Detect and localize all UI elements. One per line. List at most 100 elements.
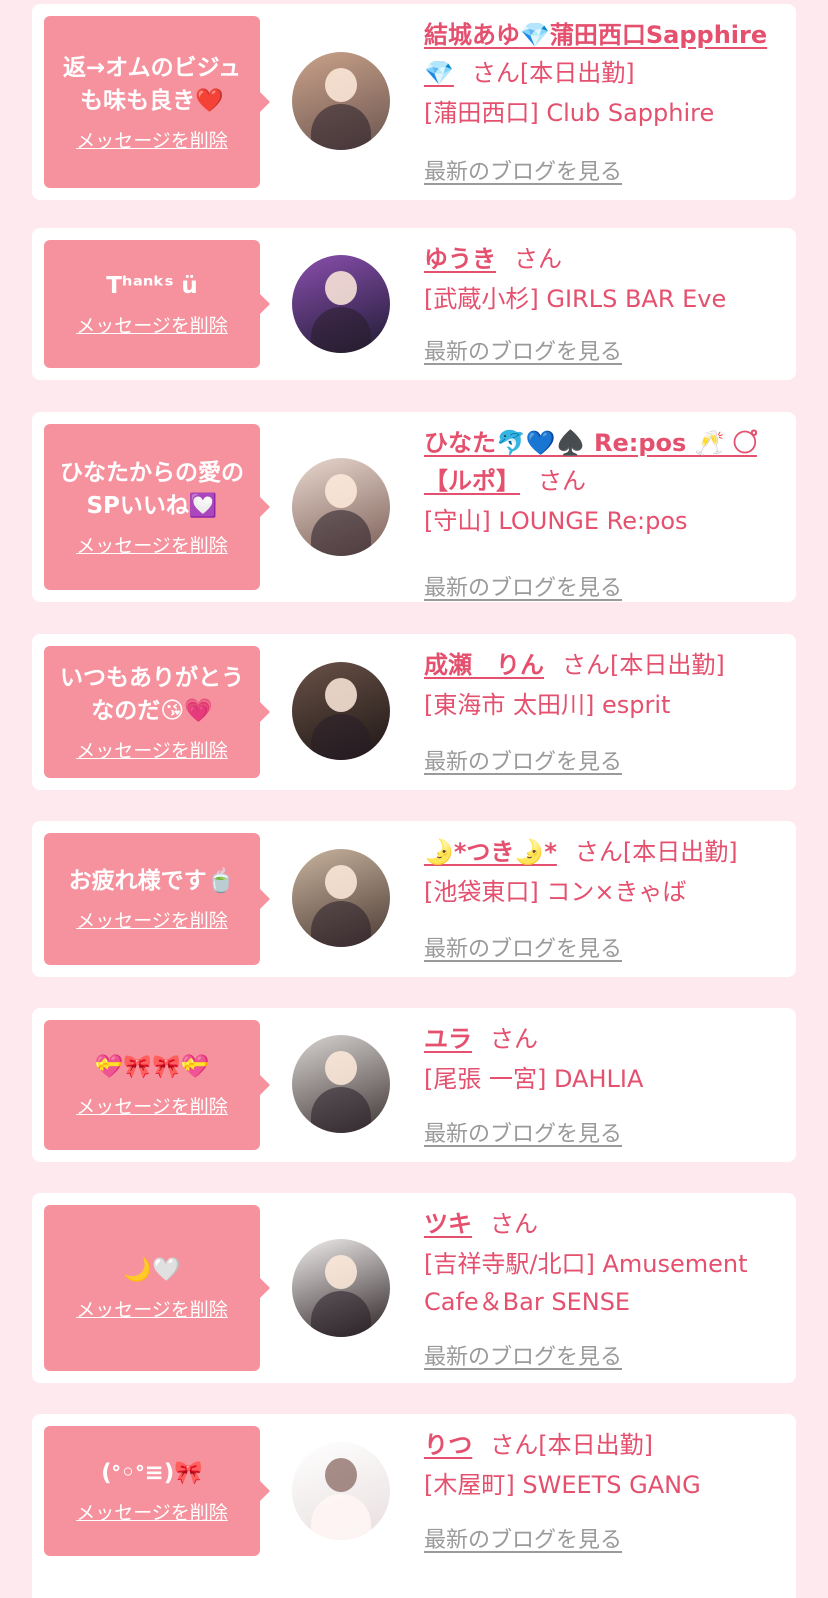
message-text: (ᐤ◦ᐤ≡)🎀 [101,1460,203,1486]
cast-name-link[interactable]: ツキ [424,1210,472,1238]
shop-text: [武蔵小杉] GIRLS BAR Eve [424,285,727,313]
avatar-body-shape [311,901,371,947]
cast-info: 🌛*つき🌛* さん[本日出勤] [池袋東口] コン×きゃば 最新のブログを見る [424,833,782,977]
cast-name-link[interactable]: ひなた🐬💙♠️ Re:pos 🥂 ○゚【ルポ】 [424,429,757,495]
avatar[interactable] [292,458,390,556]
name-line: ひなた🐬💙♠️ Re:pos 🥂 ○゚【ルポ】 さん [424,424,782,500]
message-text: お疲れ様です🍵 [68,868,236,894]
message-bubble: (ᐤ◦ᐤ≡)🎀 メッセージを削除 [44,1426,270,1556]
avatar-body-shape [311,1087,371,1133]
cast-name-link[interactable]: ユラ [424,1025,472,1053]
message-text: Tʰᵃⁿᵏˢ ü [106,273,198,299]
avatar-head-shape [325,1255,357,1289]
latest-blog-link[interactable]: 最新のブログを見る [424,1339,622,1371]
message-text: いつもありがとうなのだ😘💗 [60,664,244,724]
shop-text: [守山] LOUNGE Re:pos [424,507,688,535]
message-text: 返→オムのビジュも味も良き❤️ [63,54,241,114]
shop-text: [木屋町] SWEETS GANG [424,1471,701,1499]
cast-info: 結城あゆ💎蒲田西口Sapphire💎 さん[本日出勤] [蒲田西口] Club S… [424,16,782,200]
cast-name-link[interactable]: 成瀬 りん [424,651,544,679]
avatar-head-shape [325,474,357,508]
delete-message-link[interactable]: メッセージを削除 [76,126,228,153]
shop-text: [池袋東口] コン×きゃば [424,878,687,906]
name-line: 🌛*つき🌛* さん[本日出勤] [424,833,782,871]
san-label: さん [574,838,623,866]
message-bubble: 💝🎀🎀💝 メッセージを削除 [44,1020,270,1150]
cast-name-link[interactable]: 🌛*つき🌛* [424,838,557,866]
message-text: 🌙🤍 [123,1257,181,1283]
message-bubble: Tʰᵃⁿᵏˢ ü メッセージを削除 [44,240,270,368]
avatar-body-shape [311,510,371,556]
avatar[interactable] [292,52,390,150]
avatar-body-shape [311,1494,371,1540]
latest-blog-link[interactable]: 最新のブログを見る [424,334,622,366]
favorite-card: 💝🎀🎀💝 メッセージを削除 ユラ さん [尾張 一宮] DAHLIA 最新のブログ… [32,1008,796,1162]
favorite-card: (ᐤ◦ᐤ≡)🎀 メッセージを削除 りつ さん[本日出勤] [木屋町] SWEETS… [32,1414,796,1598]
working-today-label: [本日出勤] [519,59,635,87]
message-bubble: 🌙🤍 メッセージを削除 [44,1205,270,1371]
favorite-card: お疲れ様です🍵 メッセージを削除 🌛*つき🌛* さん[本日出勤] [池袋東口] コ… [32,821,796,977]
san-label: さん [490,1025,538,1053]
avatar[interactable] [292,255,390,353]
avatar-head-shape [325,271,357,305]
avatar-head-shape [325,1051,357,1085]
name-line: 結城あゆ💎蒲田西口Sapphire💎 さん[本日出勤] [424,16,782,92]
delete-message-link[interactable]: メッセージを削除 [76,531,228,558]
latest-blog-link[interactable]: 最新のブログを見る [424,931,622,963]
avatar-body-shape [311,104,371,150]
name-line: ユラ さん [424,1020,782,1058]
latest-blog-link[interactable]: 最新のブログを見る [424,570,622,602]
favorite-card: 🌙🤍 メッセージを削除 ツキ さん [吉祥寺駅/北口] Amusement Caf… [32,1193,796,1383]
shop-text: [尾張 一宮] DAHLIA [424,1065,644,1093]
message-bubble: 返→オムのビジュも味も良き❤️ メッセージを削除 [44,16,270,188]
latest-blog-link[interactable]: 最新のブログを見る [424,1116,622,1148]
latest-blog-link[interactable]: 最新のブログを見る [424,1522,622,1554]
favorite-card: 返→オムのビジュも味も良き❤️ メッセージを削除 結城あゆ💎蒲田西口Sapphi… [32,4,796,200]
delete-message-link[interactable]: メッセージを削除 [76,1092,228,1119]
working-today-label: [本日出勤] [622,838,738,866]
delete-message-link[interactable]: メッセージを削除 [76,736,228,763]
san-label: さん [562,651,610,679]
cast-info: ひなた🐬💙♠️ Re:pos 🥂 ○゚【ルポ】 さん [守山] LOUNGE Re… [424,424,782,602]
message-text: ひなたからの愛のSPいいね💟 [60,459,244,519]
cast-info: ツキ さん [吉祥寺駅/北口] Amusement Cafe＆Bar SENSE … [424,1205,782,1383]
cast-name-link[interactable]: ゆうき [424,245,496,273]
san-label: さん [538,467,586,495]
san-label: さん [490,1210,538,1238]
avatar-head-shape [325,865,357,899]
shop-text: [東海市 太田川] esprit [424,691,671,719]
favorite-card: いつもありがとうなのだ😘💗 メッセージを削除 成瀬 りん さん[本日出勤] [東海… [32,634,796,790]
avatar[interactable] [292,1442,390,1540]
delete-message-link[interactable]: メッセージを削除 [76,1498,228,1525]
shop-text: [蒲田西口] Club Sapphire [424,99,715,127]
name-line: ゆうき さん [424,240,782,278]
cast-info: ユラ さん [尾張 一宮] DAHLIA 最新のブログを見る [424,1020,782,1162]
message-text: 💝🎀🎀💝 [94,1054,210,1080]
avatar[interactable] [292,849,390,947]
delete-message-link[interactable]: メッセージを削除 [76,1295,228,1322]
favorite-card: Tʰᵃⁿᵏˢ ü メッセージを削除 ゆうき さん [武蔵小杉] GIRLS BAR… [32,228,796,380]
avatar-body-shape [311,307,371,353]
working-today-label: [本日出勤] [538,1431,653,1459]
san-label: さん [471,59,520,87]
avatar-head-shape [325,678,357,712]
message-bubble: いつもありがとうなのだ😘💗 メッセージを削除 [44,646,270,778]
working-today-label: [本日出勤] [610,651,725,679]
avatar-body-shape [311,714,371,760]
avatar-head-shape [325,1458,357,1492]
shop-text: [吉祥寺駅/北口] Amusement Cafe＆Bar SENSE [424,1250,748,1316]
delete-message-link[interactable]: メッセージを削除 [76,311,228,338]
name-line: ツキ さん [424,1205,782,1243]
favorite-card: ひなたからの愛のSPいいね💟 メッセージを削除 ひなた🐬💙♠️ Re:pos 🥂… [32,412,796,602]
name-line: 成瀬 りん さん[本日出勤] [424,646,782,684]
avatar[interactable] [292,1035,390,1133]
avatar[interactable] [292,1239,390,1337]
cast-info: 成瀬 りん さん[本日出勤] [東海市 太田川] esprit 最新のブログを見る [424,646,782,790]
avatar[interactable] [292,662,390,760]
latest-blog-link[interactable]: 最新のブログを見る [424,744,622,776]
avatar-head-shape [325,68,357,102]
delete-message-link[interactable]: メッセージを削除 [76,906,228,933]
cast-name-link[interactable]: りつ [424,1431,472,1459]
latest-blog-link[interactable]: 最新のブログを見る [424,154,622,186]
cast-info: ゆうき さん [武蔵小杉] GIRLS BAR Eve 最新のブログを見る [424,240,782,380]
